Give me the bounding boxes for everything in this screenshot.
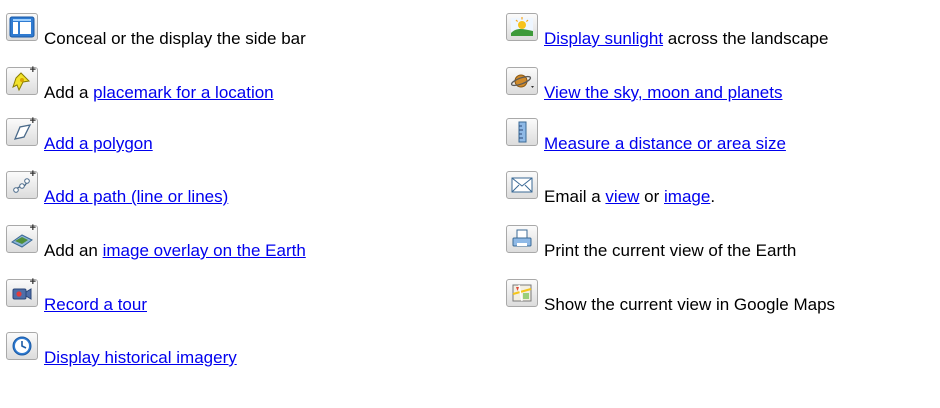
add-plus-icon: + (29, 222, 36, 234)
description-fragment: Add a (44, 83, 94, 102)
description-text: Show the current view in Google Maps (544, 295, 835, 315)
description-fragment: Conceal or the display the side bar (44, 29, 306, 48)
description-text: Display sunlight across the landscape (544, 29, 828, 49)
email-button[interactable] (506, 171, 538, 199)
help-link[interactable]: Add a polygon (44, 134, 153, 153)
help-link[interactable]: Add a path (line or lines) (44, 187, 228, 206)
description-fragment: . (710, 187, 716, 206)
ruler-button[interactable] (506, 118, 538, 146)
description-text: Add an image overlay on the Earth (44, 241, 306, 261)
description-fragment: across the landscape (663, 29, 829, 48)
add-plus-icon: + (29, 64, 36, 76)
help-link[interactable]: view (605, 187, 639, 206)
clock-button[interactable] (6, 332, 38, 360)
description-text: Print the current view of the Earth (544, 241, 796, 261)
description-fragment: Print the current view of the Earth (544, 241, 797, 260)
description-text: Add a path (line or lines) (44, 187, 228, 207)
help-link[interactable]: Display historical imagery (44, 348, 237, 367)
description-fragment: Show the current view in Google Maps (544, 295, 836, 314)
polygon-button[interactable]: + (6, 115, 38, 146)
path-button[interactable]: + (6, 168, 38, 199)
sunlight-button[interactable] (506, 13, 538, 41)
description-text: Display historical imagery (44, 348, 237, 368)
image-overlay-button[interactable]: + (6, 222, 38, 253)
planet-button[interactable] (506, 67, 538, 95)
description-text: Measure a distance or area size (544, 134, 786, 154)
add-plus-icon: + (29, 276, 36, 288)
sidebar-button[interactable] (6, 13, 38, 41)
help-link[interactable]: View the sky, moon and planets (544, 83, 782, 102)
description-text: Email a view or image. (544, 187, 715, 207)
description-text: Add a polygon (44, 134, 153, 154)
record-tour-button[interactable]: + (6, 276, 38, 307)
google-maps-button[interactable] (506, 279, 538, 307)
description-fragment: Email a (544, 187, 606, 206)
help-link[interactable]: Measure a distance or area size (544, 134, 786, 153)
description-text: Conceal or the display the side bar (44, 29, 306, 49)
help-link[interactable]: Record a tour (44, 295, 147, 314)
add-plus-icon: + (29, 115, 36, 127)
description-text: View the sky, moon and planets (544, 83, 782, 103)
help-link[interactable]: Display sunlight (544, 29, 663, 48)
help-link[interactable]: image (664, 187, 710, 206)
placemark-button[interactable]: + (6, 64, 38, 95)
add-plus-icon: + (29, 168, 36, 180)
description-text: Add a placemark for a location (44, 83, 274, 103)
description-fragment: Add an (44, 241, 103, 260)
help-link[interactable]: image overlay on the Earth (103, 241, 306, 260)
description-text: Record a tour (44, 295, 147, 315)
description-fragment: or (639, 187, 664, 206)
help-link[interactable]: placemark for a location (93, 83, 273, 102)
print-button[interactable] (506, 225, 538, 253)
